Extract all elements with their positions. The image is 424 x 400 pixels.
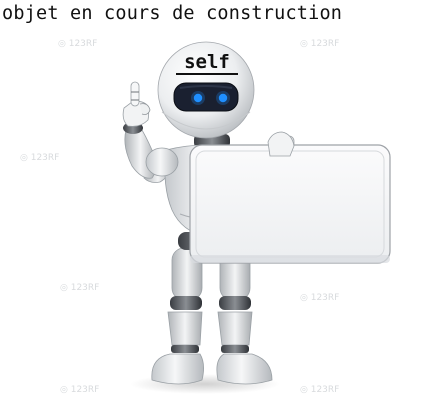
- head-label: self: [184, 51, 230, 73]
- holding-hand: [267, 131, 295, 157]
- robot-illustration: ◎ 123RF ◎ 123RF ◎ 123RF ◎ 123RF ◎ 123RF …: [20, 39, 391, 395]
- svg-text:◎ 123RF: ◎ 123RF: [60, 283, 99, 293]
- legs: [151, 247, 273, 385]
- svg-text:◎ 123RF: ◎ 123RF: [20, 153, 59, 163]
- svg-text:◎ 123RF: ◎ 123RF: [58, 39, 97, 49]
- svg-text:◎ 123RF: ◎ 123RF: [60, 385, 99, 395]
- svg-text:◎ 123RF: ◎ 123RF: [300, 39, 339, 49]
- svg-text:◎ 123RF: ◎ 123RF: [300, 293, 339, 303]
- svg-text:◎ 123RF: ◎ 123RF: [300, 385, 339, 395]
- robot-head: self: [157, 41, 255, 139]
